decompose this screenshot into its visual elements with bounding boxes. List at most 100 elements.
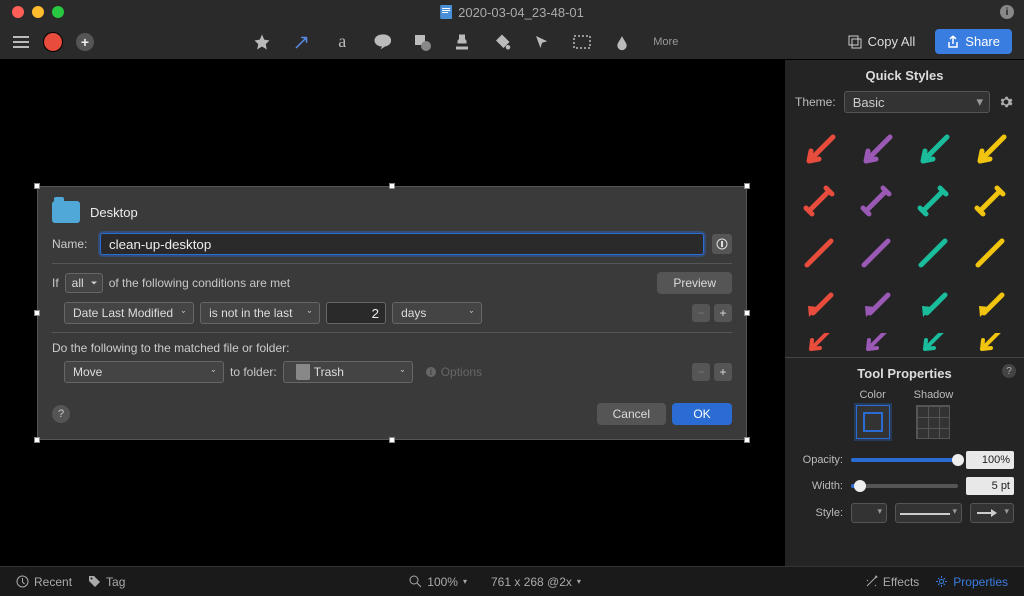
line-start-style-select[interactable] (851, 503, 887, 523)
condition-unit-select[interactable]: days (392, 302, 482, 324)
window-titlebar: 2020-03-04_23-48-01 i (0, 0, 1024, 24)
quick-style-swatch[interactable] (850, 281, 903, 329)
quick-style-swatch[interactable] (850, 229, 903, 277)
stamp-tool-icon[interactable] (453, 33, 471, 51)
canvas-area[interactable]: Desktop Name: If all of the following co… (0, 60, 784, 566)
cancel-button[interactable]: Cancel (597, 403, 666, 425)
opacity-label: Opacity: (795, 454, 843, 466)
ok-button[interactable]: OK (672, 403, 732, 425)
text-tool-icon[interactable]: a (333, 33, 351, 51)
rule-name-input[interactable] (100, 233, 704, 255)
quick-style-swatch[interactable] (850, 125, 903, 173)
record-button[interactable] (44, 33, 62, 51)
quick-style-swatch[interactable] (793, 281, 846, 329)
maximize-window-button[interactable] (52, 6, 64, 18)
condition-operator-select[interactable]: is not in the last (200, 302, 320, 324)
copy-all-button[interactable]: Copy All (838, 30, 926, 53)
minimize-window-button[interactable] (32, 6, 44, 18)
name-label: Name: (52, 237, 92, 251)
opacity-slider[interactable] (851, 458, 958, 462)
magnifier-icon (409, 575, 422, 588)
help-button[interactable]: ? (52, 405, 70, 423)
quick-style-swatch[interactable] (793, 125, 846, 173)
quick-style-swatch[interactable] (907, 229, 960, 277)
quick-style-swatch[interactable] (793, 229, 846, 277)
add-button[interactable]: + (76, 33, 94, 51)
selection-tool-icon[interactable] (573, 33, 591, 51)
quick-style-swatch[interactable] (907, 281, 960, 329)
resize-handle[interactable] (744, 437, 750, 443)
condition-field-select[interactable]: Date Last Modified (64, 302, 194, 324)
document-icon (440, 5, 452, 19)
resize-handle[interactable] (744, 183, 750, 189)
resize-handle[interactable] (389, 437, 395, 443)
theme-select[interactable]: Basic (844, 91, 990, 113)
quick-style-swatch[interactable] (907, 333, 960, 353)
move-tool-icon[interactable] (533, 33, 551, 51)
scope-select[interactable]: all (65, 273, 103, 293)
color-picker-button[interactable] (856, 405, 890, 439)
fill-tool-icon[interactable] (493, 33, 511, 51)
blur-tool-icon[interactable] (613, 33, 631, 51)
resize-handle[interactable] (34, 437, 40, 443)
width-value-input[interactable] (966, 477, 1014, 495)
gear-icon[interactable] (998, 94, 1014, 110)
resize-handle[interactable] (744, 310, 750, 316)
hazel-rule-dialog: Desktop Name: If all of the following co… (37, 186, 747, 440)
arrow-tool-icon[interactable] (293, 33, 311, 51)
preview-button[interactable]: Preview (657, 272, 732, 294)
name-menu-button[interactable] (712, 234, 732, 254)
quick-style-swatch[interactable] (907, 177, 960, 225)
inspector-panel: Quick Styles Theme: Basic ? Tool Propert… (784, 60, 1024, 566)
more-tools-button[interactable]: More (653, 36, 678, 48)
shadow-picker-button[interactable] (916, 405, 950, 439)
shape-tool-icon[interactable] (413, 33, 431, 51)
quick-style-swatch[interactable] (907, 125, 960, 173)
options-button[interactable]: i Options (425, 365, 482, 379)
resize-handle[interactable] (34, 310, 40, 316)
properties-tab[interactable]: Properties (935, 575, 1008, 589)
shadow-label: Shadow (914, 389, 954, 401)
dimensions-readout: 761 x 268 @2x ▾ (491, 575, 581, 589)
action-folder-select[interactable]: Trash (283, 361, 413, 383)
folder-icon (52, 201, 80, 223)
resize-handle[interactable] (34, 183, 40, 189)
hamburger-icon[interactable] (12, 33, 30, 51)
callout-tool-icon[interactable] (373, 33, 391, 51)
copy-icon (848, 35, 862, 49)
action-verb-select[interactable]: Move (64, 361, 224, 383)
quick-style-swatch[interactable] (850, 333, 903, 353)
opacity-value-input[interactable] (966, 451, 1014, 469)
tool-properties-section: ? Tool Properties Color Shadow Opacity: (785, 357, 1024, 539)
help-icon[interactable]: ? (1002, 364, 1016, 378)
quick-style-swatch[interactable] (850, 177, 903, 225)
zoom-control[interactable]: 100% ▾ (409, 575, 467, 589)
share-button[interactable]: Share (935, 29, 1012, 54)
quick-style-swatch[interactable] (963, 229, 1016, 277)
wand-icon (865, 575, 878, 588)
tool-properties-title: Tool Properties (795, 366, 1014, 381)
add-action-button[interactable]: + (714, 363, 732, 381)
favorite-tool-icon[interactable] (253, 33, 271, 51)
quick-style-swatch[interactable] (963, 333, 1016, 353)
close-window-button[interactable] (12, 6, 24, 18)
main-toolbar: + a More Copy All Share (0, 24, 1024, 60)
line-body-style-select[interactable] (895, 503, 962, 523)
quick-style-swatch[interactable] (963, 125, 1016, 173)
add-condition-button[interactable]: + (714, 304, 732, 322)
quick-style-swatch[interactable] (963, 177, 1016, 225)
quick-style-swatch[interactable] (793, 177, 846, 225)
quick-style-swatch[interactable] (963, 281, 1016, 329)
condition-value-input[interactable] (326, 302, 386, 324)
width-slider[interactable] (851, 484, 958, 488)
effects-tab[interactable]: Effects (865, 575, 919, 589)
info-icon[interactable]: i (1000, 5, 1014, 19)
remove-condition-button[interactable]: − (692, 304, 710, 322)
recent-button[interactable]: Recent (16, 575, 72, 589)
tag-button[interactable]: Tag (88, 575, 125, 589)
line-end-style-select[interactable] (970, 503, 1014, 523)
quick-style-swatch[interactable] (793, 333, 846, 353)
resize-handle[interactable] (389, 183, 395, 189)
document-title: 2020-03-04_23-48-01 (458, 5, 584, 20)
remove-action-button[interactable]: − (692, 363, 710, 381)
